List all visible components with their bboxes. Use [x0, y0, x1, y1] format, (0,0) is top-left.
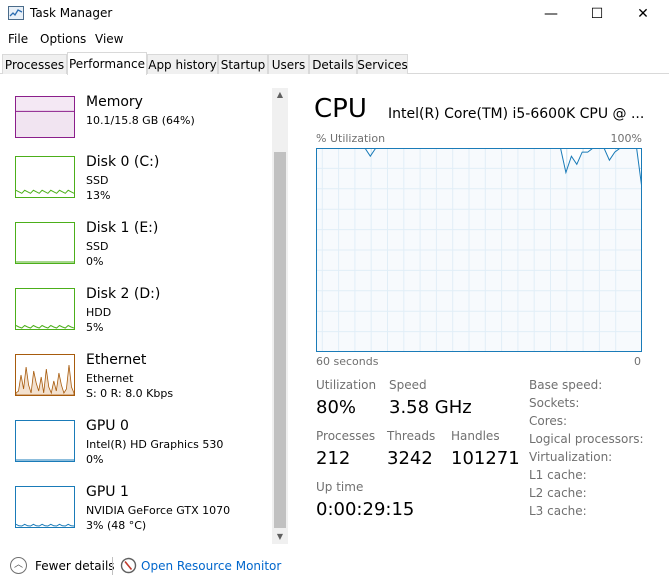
resource-name: GPU 1: [86, 484, 129, 500]
processes-value: 212: [316, 448, 351, 469]
resource-name: Ethernet: [86, 352, 147, 368]
minimize-button[interactable]: —: [528, 0, 574, 28]
resource-detail-line-1: Ethernet: [86, 372, 134, 385]
resource-detail-line-1: SSD: [86, 240, 109, 253]
tab-startup[interactable]: Startup: [218, 54, 268, 74]
uptime-label: Up time: [316, 480, 364, 494]
resource-list-scrollbar[interactable]: ▲ ▼: [272, 88, 288, 544]
resource-item[interactable]: GPU 1 NVIDIA GeForce GTX 1070 3% (48 °C): [0, 484, 270, 550]
resource-item[interactable]: Disk 1 (E:) SSD 0%: [0, 220, 270, 286]
open-resource-monitor-link[interactable]: Open Resource Monitor: [141, 559, 281, 573]
spec-base-speed: Base speed:: [529, 378, 603, 392]
title-bar[interactable]: Task Manager — ☐ ✕: [0, 0, 669, 28]
tab-performance[interactable]: Performance: [67, 52, 147, 75]
utilization-label: Utilization: [316, 378, 377, 392]
footer-divider: [112, 557, 113, 575]
speed-label: Speed: [389, 378, 427, 392]
spec-l2-cache: L2 cache:: [529, 486, 587, 500]
tab-services[interactable]: Services: [357, 54, 408, 74]
graph-x-end-label: 0: [634, 355, 641, 368]
resource-item[interactable]: Memory 10.1/15.8 GB (64%): [0, 94, 270, 160]
window-title: Task Manager: [30, 6, 113, 20]
task-manager-icon: [8, 6, 24, 20]
resource-thumbnail-graph: [15, 156, 75, 198]
threads-value: 3242: [387, 448, 433, 469]
resource-thumbnail-graph: [15, 354, 75, 396]
menu-options[interactable]: Options: [40, 32, 86, 46]
resource-detail-line-1: SSD: [86, 174, 109, 187]
utilization-value: 80%: [316, 397, 357, 418]
spec-cores: Cores:: [529, 414, 568, 428]
scroll-up-arrow-icon[interactable]: ▲: [272, 88, 288, 102]
resource-detail-line-2: 3% (48 °C): [86, 519, 147, 532]
resource-monitor-icon: [120, 557, 137, 574]
tab-bar: Processes Performance App history Startu…: [0, 52, 669, 75]
resource-name: Disk 0 (C:): [86, 154, 160, 170]
resource-name: Memory: [86, 94, 143, 110]
resource-item[interactable]: Ethernet Ethernet S: 0 R: 8.0 Kbps: [0, 352, 270, 418]
cpu-utilization-area: [316, 148, 642, 352]
spec-virtualization: Virtualization:: [529, 450, 613, 464]
chevron-up-icon[interactable]: ︿: [10, 557, 27, 574]
resource-detail-line-2: S: 0 R: 8.0 Kbps: [86, 387, 174, 400]
utilization-axis-label: % Utilization: [316, 132, 386, 145]
resource-detail-line-1: NVIDIA GeForce GTX 1070: [86, 504, 231, 517]
resource-detail-line-1: HDD: [86, 306, 112, 319]
cpu-utilization-graph: [316, 148, 642, 352]
resource-detail-line-2: 0%: [86, 255, 104, 268]
menu-view[interactable]: View: [95, 32, 123, 46]
cpu-model: Intel(R) Core(TM) i5-6600K CPU @ ...: [388, 106, 643, 122]
resource-detail-line-2: 0%: [86, 453, 104, 466]
scroll-down-arrow-icon[interactable]: ▼: [272, 530, 288, 544]
spec-sockets: Sockets:: [529, 396, 580, 410]
spec-l1-cache: L1 cache:: [529, 468, 587, 482]
resource-item[interactable]: GPU 0 Intel(R) HD Graphics 530 0%: [0, 418, 270, 484]
resource-thumbnail-graph: [15, 96, 75, 138]
resource-detail-line-1: 10.1/15.8 GB (64%): [86, 114, 195, 127]
resource-name: Disk 2 (D:): [86, 286, 161, 302]
threads-label: Threads: [387, 429, 436, 443]
scroll-thumb[interactable]: [274, 152, 286, 528]
resource-detail-line-2: 13%: [86, 189, 111, 202]
menu-bar: File Options View: [0, 28, 669, 50]
close-button[interactable]: ✕: [620, 0, 666, 28]
tab-processes[interactable]: Processes: [2, 54, 67, 74]
graph-x-start-label: 60 seconds: [316, 355, 379, 368]
tab-details[interactable]: Details: [309, 54, 357, 74]
resource-thumbnail-graph: [15, 288, 75, 330]
resource-detail-line-1: Intel(R) HD Graphics 530: [86, 438, 224, 451]
handles-value: 101271: [451, 448, 520, 469]
spec-l3-cache: L3 cache:: [529, 504, 587, 518]
tab-users[interactable]: Users: [268, 54, 309, 74]
menu-file[interactable]: File: [8, 32, 28, 46]
utilization-max-label: 100%: [610, 132, 642, 145]
tab-app-history[interactable]: App history: [147, 54, 218, 74]
maximize-button[interactable]: ☐: [574, 0, 620, 28]
resource-list: Memory 10.1/15.8 GB (64%) Disk 0 (C:) SSD 13…: [0, 74, 290, 546]
spec-logical-processors: Logical processors:: [529, 432, 644, 446]
resource-item[interactable]: Disk 2 (D:) HDD 5%: [0, 286, 270, 352]
resource-item[interactable]: Disk 0 (C:) SSD 13%: [0, 154, 270, 220]
resource-thumbnail-graph: [15, 486, 75, 528]
processes-label: Processes: [316, 429, 376, 443]
uptime-value: 0:00:29:15: [316, 499, 415, 520]
resource-name: Disk 1 (E:): [86, 220, 159, 236]
fewer-details-button[interactable]: Fewer details: [35, 559, 115, 573]
resource-thumbnail-graph: [15, 222, 75, 264]
handles-label: Handles: [451, 429, 500, 443]
cpu-detail-panel: CPU Intel(R) Core(TM) i5-6600K CPU @ ...…: [300, 74, 669, 546]
cpu-title: CPU: [314, 94, 367, 124]
resource-detail-line-2: 5%: [86, 321, 104, 334]
resource-name: GPU 0: [86, 418, 129, 434]
speed-value: 3.58 GHz: [389, 397, 472, 418]
resource-thumbnail-graph: [15, 420, 75, 462]
